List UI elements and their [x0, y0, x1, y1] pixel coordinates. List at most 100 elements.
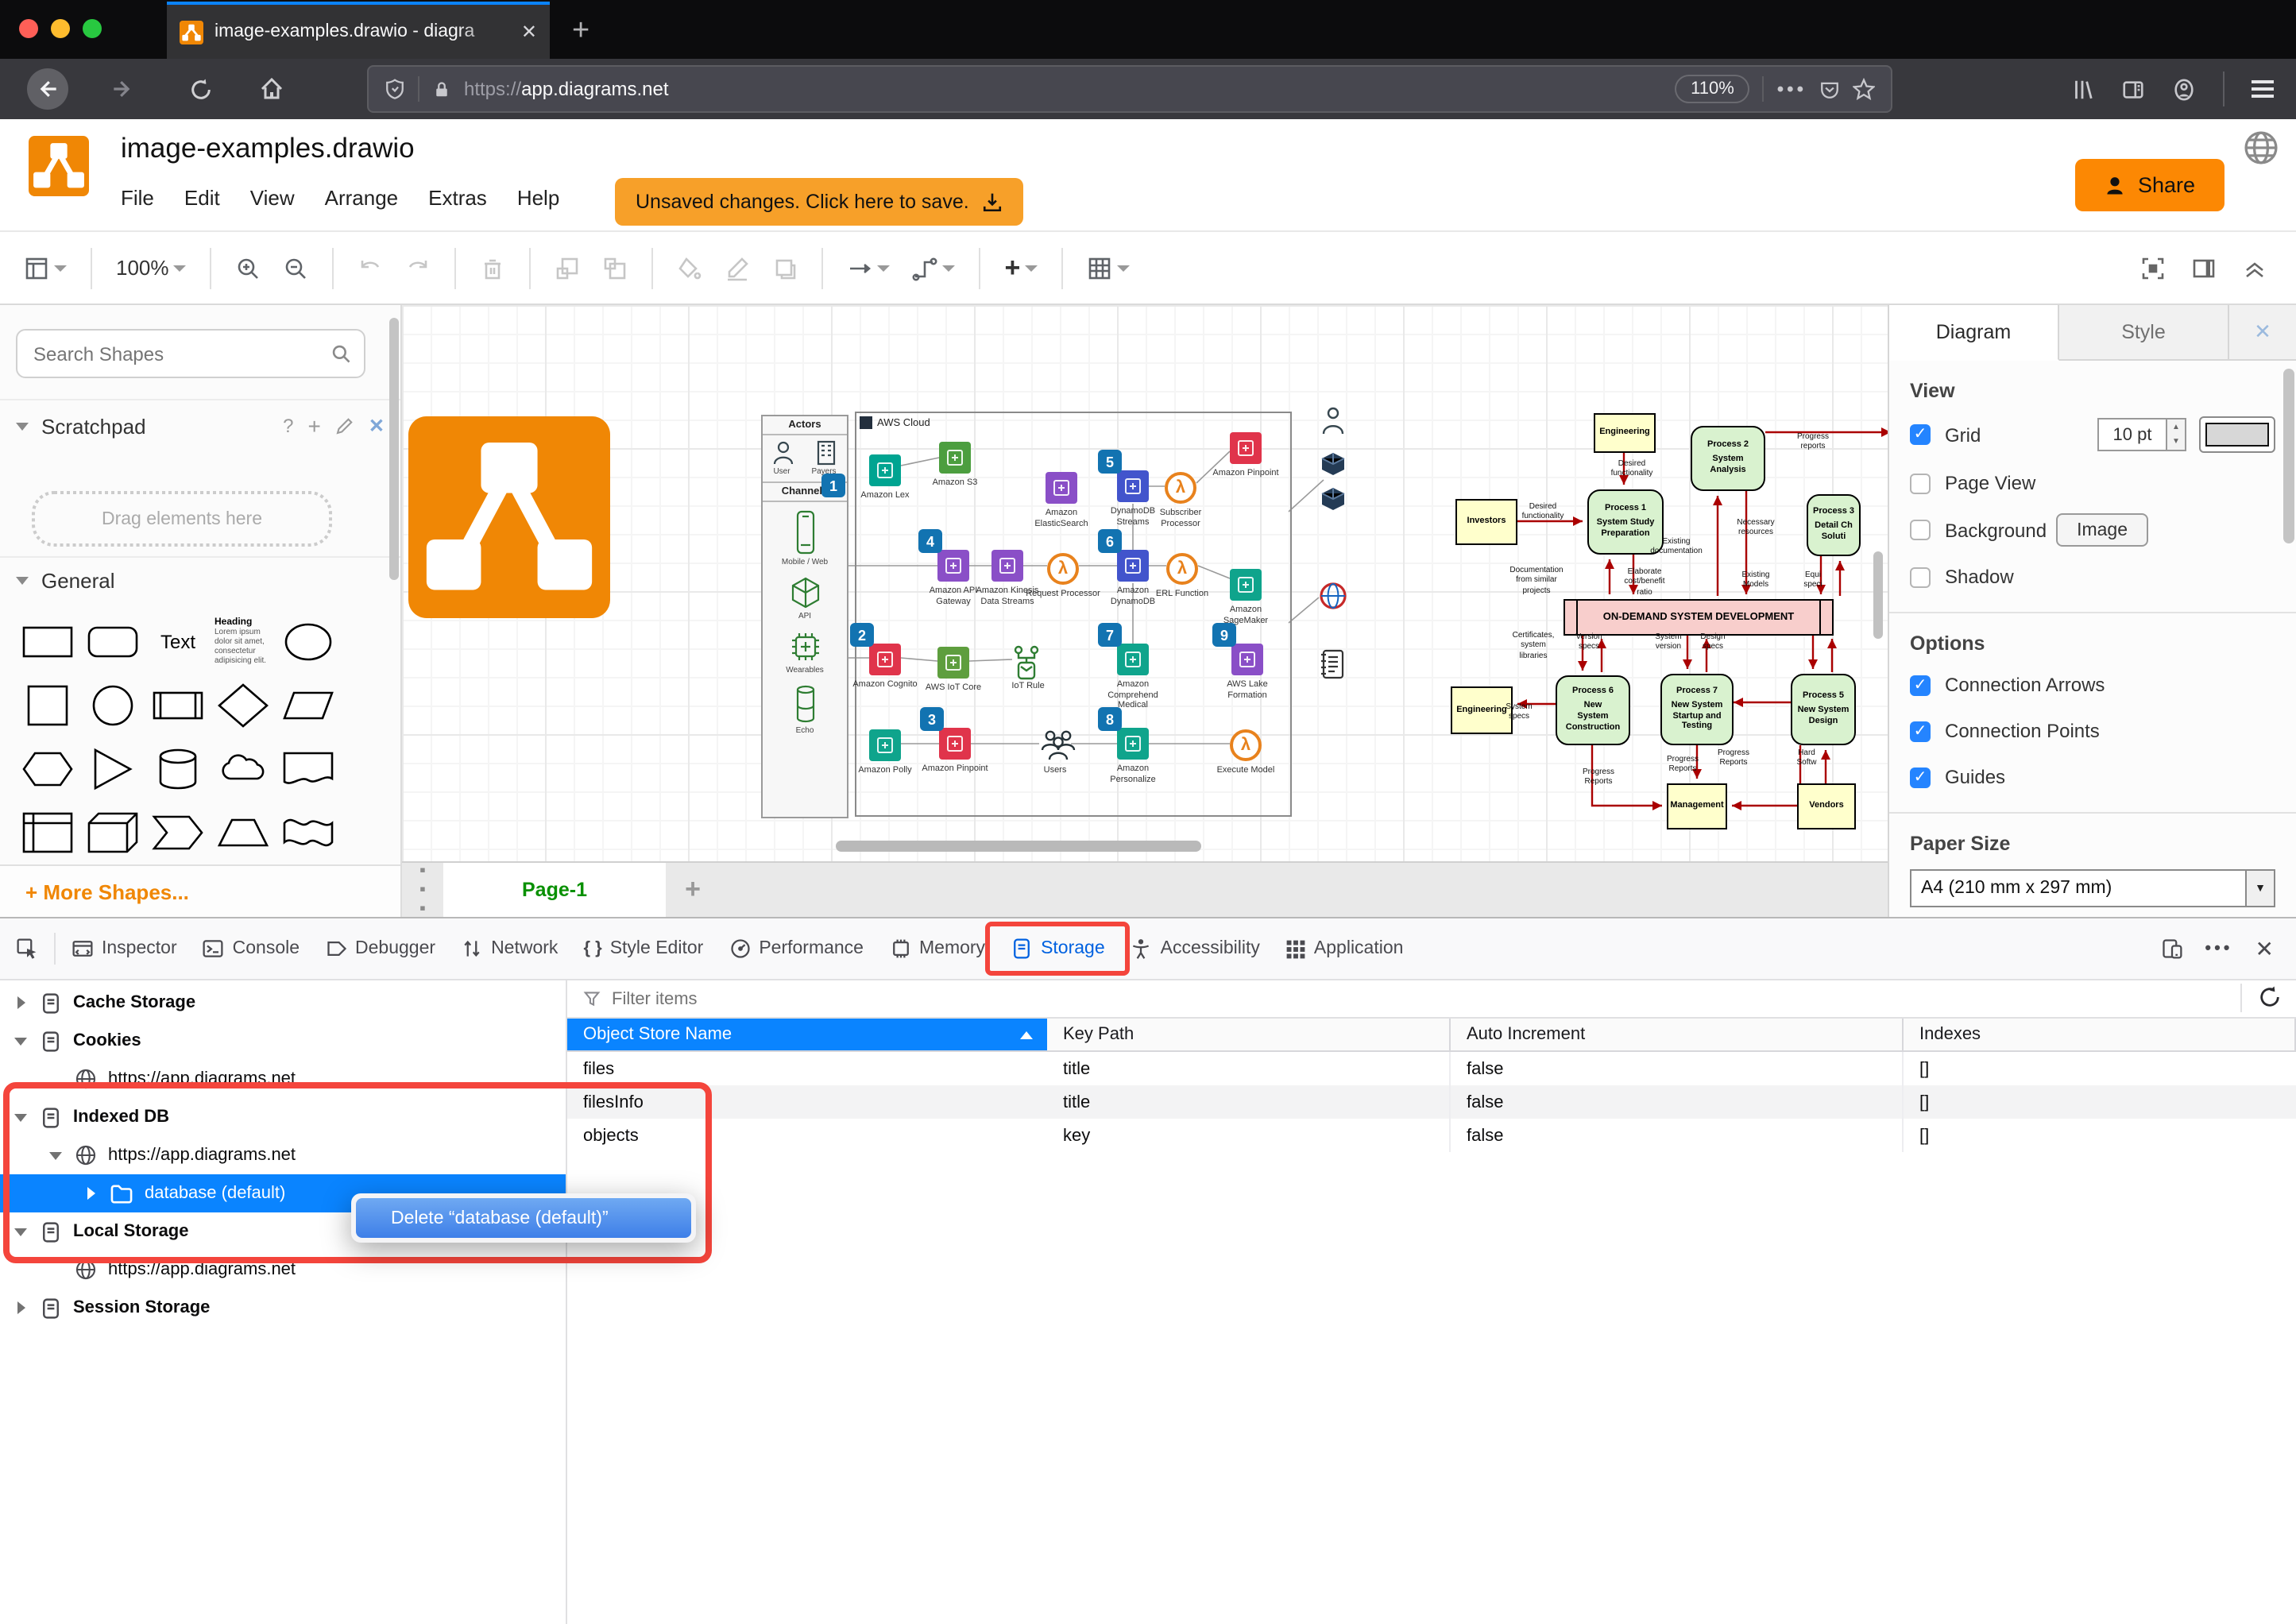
column-header-indexes[interactable]: Indexes: [1904, 1019, 2296, 1052]
tree-expand-arrow-icon[interactable]: [13, 1037, 29, 1045]
pick-element-button[interactable]: [0, 918, 51, 979]
notebook-icon[interactable]: [1319, 648, 1344, 680]
tree-expand-arrow-icon[interactable]: [48, 1151, 64, 1159]
grid-size-input[interactable]: 10 pt: [2097, 418, 2167, 451]
unsaved-changes-banner[interactable]: Unsaved changes. Click here to save.: [615, 178, 1023, 226]
panel-scrollbar[interactable]: [2283, 369, 2294, 543]
api-channel-icon[interactable]: [789, 577, 821, 609]
column-header-auto-increment[interactable]: Auto Increment: [1451, 1019, 1904, 1052]
cloud-shape[interactable]: [215, 745, 272, 793]
search-icon[interactable]: [330, 343, 351, 364]
search-input[interactable]: [30, 341, 330, 366]
diagram-canvas[interactable]: Actors User Payers Channels Mobile / Web …: [402, 305, 1888, 861]
shape-search-box[interactable]: [16, 329, 365, 378]
sidebar-scrollbar[interactable]: [389, 318, 399, 580]
view-mode-button[interactable]: [16, 249, 75, 287]
trapezoid-shape[interactable]: [215, 809, 272, 856]
user-actor-icon[interactable]: [773, 440, 795, 466]
amazon-pinpoint-node[interactable]: [1230, 432, 1262, 464]
table-row[interactable]: files title false []: [567, 1052, 2296, 1085]
macos-window-controls[interactable]: [19, 19, 102, 38]
edit-pencil-icon[interactable]: [335, 416, 354, 435]
devtools-close-icon[interactable]: ✕: [2255, 935, 2274, 962]
pages-menu-icon[interactable]: ▪ ▪ ▪: [402, 861, 443, 918]
service-cube-icon[interactable]: [1320, 451, 1346, 477]
maximize-window-icon[interactable]: [83, 19, 102, 38]
tab-close-icon[interactable]: ✕: [521, 21, 537, 43]
on-demand-system-development-store[interactable]: ON-DEMAND SYSTEM DEVELOPMENT: [1564, 599, 1834, 636]
lock-icon[interactable]: [432, 79, 451, 99]
aws-iot-core-node[interactable]: [937, 647, 969, 679]
users-node[interactable]: [1039, 729, 1077, 761]
help-icon[interactable]: ?: [283, 415, 293, 437]
subscriber-processor-node[interactable]: λ: [1165, 472, 1196, 504]
forward-button[interactable]: [110, 76, 135, 102]
process-shape[interactable]: [149, 682, 207, 729]
process-2-node[interactable]: Process 2 System Analysis: [1691, 426, 1765, 491]
devtools-tab-style-editor[interactable]: { } Style Editor: [570, 918, 716, 979]
diamond-shape[interactable]: [215, 682, 272, 729]
amazon-api-gateway-node[interactable]: [937, 550, 969, 582]
parallelogram-shape[interactable]: [280, 682, 337, 729]
triangle-shape[interactable]: [84, 745, 141, 793]
connection-arrows-checkbox[interactable]: ✓: [1910, 675, 1931, 695]
erl-function-node[interactable]: λ: [1166, 553, 1198, 585]
tab-diagram[interactable]: Diagram: [1889, 305, 2059, 361]
more-shapes-button[interactable]: + More Shapes...: [0, 864, 400, 917]
amazon-kinesis-data-streams-node[interactable]: [991, 550, 1023, 582]
zoom-level-dropdown[interactable]: 100%: [108, 249, 195, 286]
management-node[interactable]: Management: [1667, 783, 1727, 829]
minimize-window-icon[interactable]: [51, 19, 70, 38]
grid-checkbox[interactable]: ✓: [1910, 424, 1931, 445]
canvas-vertical-scrollbar[interactable]: [1873, 551, 1883, 639]
browser-tab[interactable]: image-examples.drawio - diagra ✕: [167, 2, 550, 59]
filter-bar[interactable]: Filter items: [567, 980, 2296, 1019]
tape-shape[interactable]: [280, 809, 337, 856]
home-button[interactable]: [259, 76, 284, 102]
reload-button[interactable]: [189, 77, 213, 101]
connection-points-checkbox[interactable]: ✓: [1910, 721, 1931, 741]
share-button[interactable]: Share: [2075, 159, 2224, 211]
column-header-key-path[interactable]: Key Path: [1047, 1019, 1451, 1052]
cylinder-shape[interactable]: [149, 745, 207, 793]
amazon-pinpoint-node[interactable]: [939, 728, 971, 760]
language-globe-icon[interactable]: [2242, 129, 2280, 167]
canvas-horizontal-scrollbar[interactable]: [836, 841, 1201, 852]
account-icon[interactable]: [2172, 77, 2196, 101]
mobile-web-channel-icon[interactable]: [792, 510, 818, 555]
new-tab-button[interactable]: +: [550, 5, 612, 59]
pocket-icon[interactable]: [1819, 79, 1840, 99]
devtools-tab-accessibility[interactable]: Accessibility: [1118, 918, 1273, 979]
process-3-node[interactable]: Process 3 Detail Ch Soluti: [1807, 494, 1861, 556]
internal-storage-shape[interactable]: [19, 809, 76, 856]
collapse-arrow-icon[interactable]: [16, 577, 29, 585]
amazon-personalize-node[interactable]: [1117, 728, 1149, 760]
format-panel-toggle-icon[interactable]: [2191, 255, 2217, 280]
tree-item-https-app-diagrams-net[interactable]: https://app.diagrams.net: [0, 1136, 566, 1174]
circle-shape[interactable]: [84, 682, 141, 729]
devtools-tab-memory[interactable]: Memory: [876, 918, 998, 979]
wearables-channel-icon[interactable]: [789, 631, 821, 663]
line-color-button[interactable]: [717, 249, 759, 287]
fill-color-button[interactable]: [670, 249, 711, 287]
page-actions-icon[interactable]: •••: [1777, 78, 1807, 100]
devtools-tab-application[interactable]: Application: [1273, 918, 1417, 979]
tree-expand-arrow-icon[interactable]: [13, 1228, 29, 1235]
back-button[interactable]: [27, 68, 68, 110]
paper-size-select[interactable]: A4 (210 mm x 297 mm) ▼: [1910, 869, 2275, 907]
request-processor-node[interactable]: λ: [1047, 553, 1079, 585]
bookmark-star-icon[interactable]: [1853, 78, 1875, 100]
tree-item-cache-storage[interactable]: Cache Storage: [0, 984, 566, 1022]
globe-icon[interactable]: [1319, 582, 1347, 610]
library-icon[interactable]: [2070, 77, 2094, 101]
ellipse-shape[interactable]: [280, 618, 337, 666]
actor-icon[interactable]: [1320, 407, 1346, 435]
square-shape[interactable]: [19, 682, 76, 729]
tab-style[interactable]: Style: [2059, 305, 2229, 361]
collapse-toolbar-icon[interactable]: [2242, 255, 2267, 280]
guides-checkbox[interactable]: ✓: [1910, 767, 1931, 787]
url-text[interactable]: https://app.diagrams.net: [464, 78, 669, 100]
waypoint-style-dropdown[interactable]: [905, 249, 964, 287]
engineering-node[interactable]: Engineering: [1594, 413, 1656, 453]
devtools-tab-network[interactable]: Network: [448, 918, 570, 979]
